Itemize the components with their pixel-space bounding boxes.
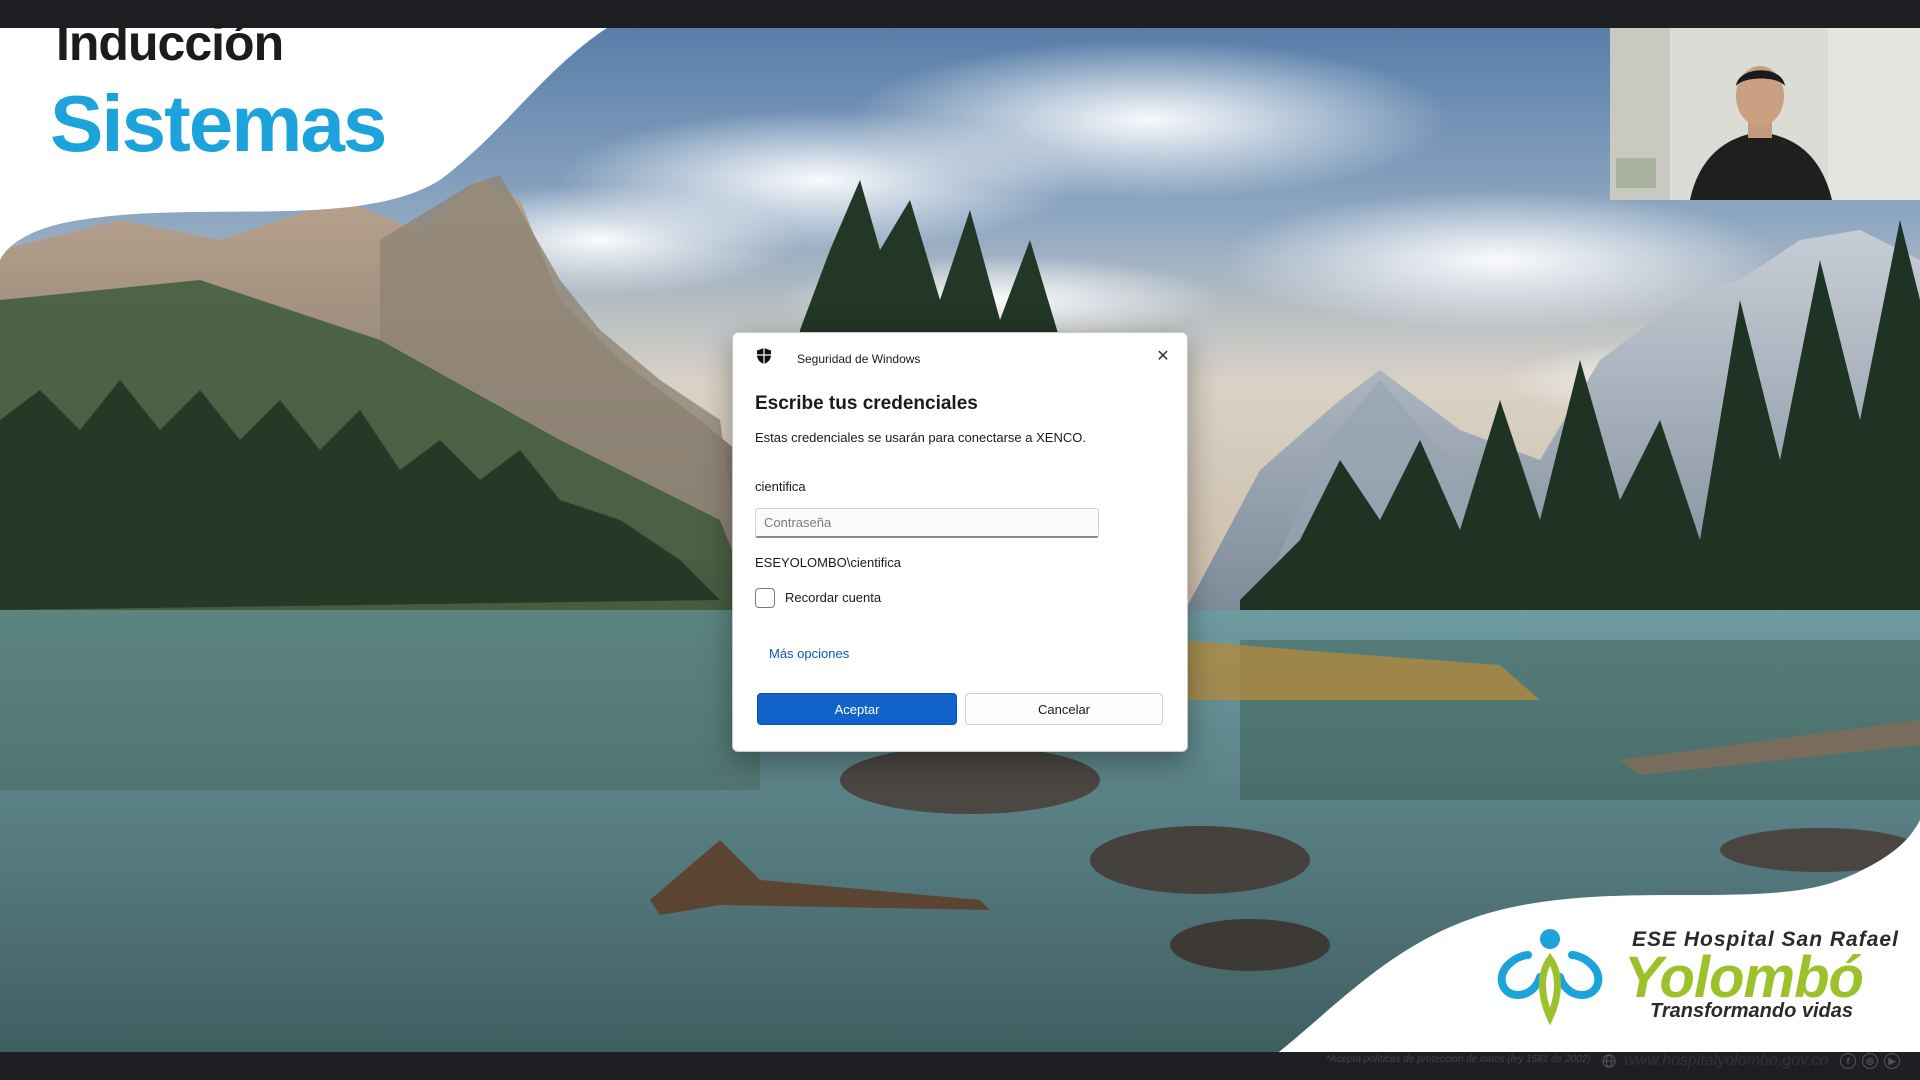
youtube-icon[interactable]: ▶ bbox=[1884, 1053, 1900, 1069]
instagram-icon[interactable]: ◎ bbox=[1862, 1053, 1878, 1069]
globe-icon bbox=[1602, 1054, 1616, 1068]
remember-account-label[interactable]: Recordar cuenta bbox=[785, 590, 881, 605]
slide-title-line-1: Inducción bbox=[56, 15, 284, 71]
windows-security-dialog: Seguridad de Windows ✕ Escribe tus crede… bbox=[732, 332, 1188, 752]
accept-button[interactable]: Aceptar bbox=[757, 693, 957, 725]
webcam-overlay bbox=[1610, 28, 1920, 200]
presenter-video bbox=[1610, 28, 1920, 200]
dialog-description: Estas credenciales se usarán para conect… bbox=[755, 430, 1086, 445]
dialog-titlebar: Seguridad de Windows ✕ bbox=[733, 333, 1187, 375]
hospital-logo-mark bbox=[1497, 929, 1603, 1025]
privacy-note: *Acepta políticas de protección de datos… bbox=[1326, 1054, 1591, 1065]
shield-icon bbox=[757, 348, 771, 364]
hospital-slogan: Transformando vidas bbox=[1650, 1000, 1854, 1022]
more-options-link[interactable]: Más opciones bbox=[769, 646, 849, 661]
dialog-heading: Escribe tus credenciales bbox=[755, 393, 978, 414]
close-button[interactable]: ✕ bbox=[1149, 343, 1177, 369]
cancel-button[interactable]: Cancelar bbox=[965, 693, 1163, 725]
top-frame-bar bbox=[0, 0, 1920, 28]
domain-user-label: ESEYOLOMBO\cientifica bbox=[755, 555, 901, 570]
slide: Inducción Sistemas Seguridad de Windows … bbox=[0, 0, 1920, 1080]
remember-account-checkbox[interactable] bbox=[755, 588, 775, 608]
slide-title-line-2: Sistemas bbox=[50, 79, 387, 168]
facebook-icon[interactable]: f bbox=[1840, 1053, 1856, 1069]
close-icon: ✕ bbox=[1156, 348, 1170, 365]
website-url[interactable]: www.hospitalyolombo.gov.co bbox=[1624, 1052, 1828, 1070]
username-label: cientifica bbox=[755, 479, 806, 494]
password-input[interactable] bbox=[755, 508, 1099, 538]
dialog-app-name: Seguridad de Windows bbox=[797, 352, 921, 366]
